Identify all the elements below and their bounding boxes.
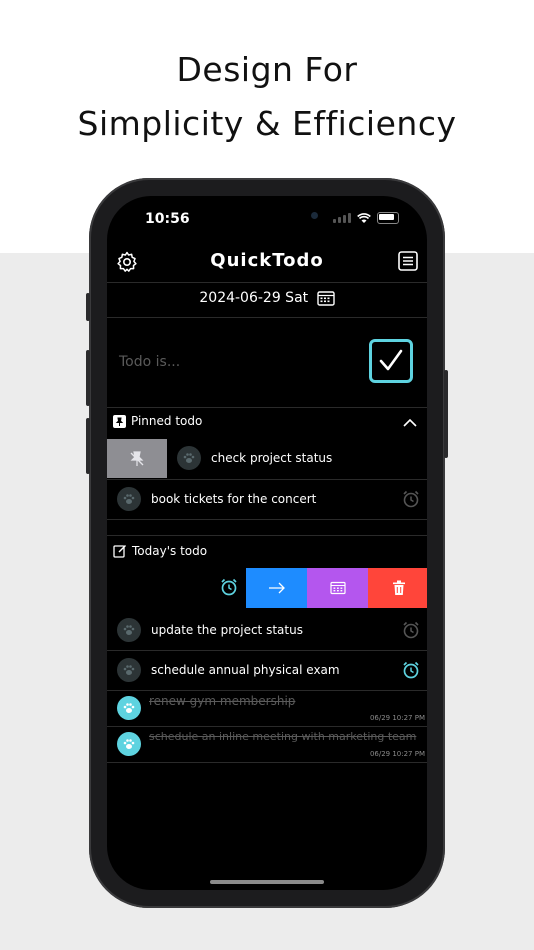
edit-icon xyxy=(113,545,126,558)
todo-text: update the project status xyxy=(151,623,303,637)
today-section-header: Today's todo xyxy=(113,544,207,558)
completed-todo-item[interactable]: schedule an inline meeting with marketin… xyxy=(107,726,427,762)
power-button xyxy=(444,370,448,458)
todo-input[interactable]: Todo is... xyxy=(119,354,180,370)
reschedule-button[interactable] xyxy=(307,568,368,608)
headline-line-2: Simplicity & Efficiency xyxy=(77,104,457,143)
side-button xyxy=(86,293,90,321)
alarm-icon[interactable] xyxy=(401,489,421,509)
status-time: 10:56 xyxy=(145,211,190,227)
paw-icon[interactable] xyxy=(117,732,141,756)
alarm-icon[interactable] xyxy=(401,620,421,640)
calendar-icon[interactable] xyxy=(316,290,335,306)
delete-button[interactable] xyxy=(368,568,427,608)
status-icons xyxy=(333,212,399,224)
check-icon xyxy=(379,349,403,371)
arrow-right-icon xyxy=(268,582,285,594)
camera-icon xyxy=(311,212,318,219)
dynamic-island xyxy=(207,204,329,236)
volume-down-button xyxy=(86,418,90,474)
phone-screen: 10:56 QuickTodo 2024-06-29 Sat Todo is..… xyxy=(107,196,427,890)
pinned-header-label: Pinned todo xyxy=(131,414,203,428)
date-divider xyxy=(107,317,427,318)
battery-icon xyxy=(377,212,399,224)
pin-icon xyxy=(113,414,126,428)
add-todo-button[interactable] xyxy=(369,339,413,383)
todo-text: check project status xyxy=(211,451,333,465)
calendar-icon xyxy=(329,581,346,595)
paw-icon[interactable] xyxy=(117,696,141,720)
header-divider xyxy=(107,282,427,283)
chevron-up-icon[interactable] xyxy=(403,418,417,427)
list-icon[interactable] xyxy=(397,250,419,272)
date-selector[interactable]: 2024-06-29 Sat xyxy=(107,290,427,306)
todo-text: schedule an inline meeting with marketin… xyxy=(149,730,417,743)
todo-text: renew gym membership xyxy=(149,694,296,708)
today-todo-item[interactable]: update the project status xyxy=(107,610,427,650)
home-indicator xyxy=(210,880,324,884)
phone-frame: 10:56 QuickTodo 2024-06-29 Sat Todo is..… xyxy=(86,178,448,908)
pinned-todo-item[interactable]: check project status xyxy=(107,439,427,479)
headline-line-1: Design For xyxy=(176,50,358,89)
paw-icon[interactable] xyxy=(117,618,141,642)
signal-icon xyxy=(333,213,351,223)
paw-icon[interactable] xyxy=(177,446,201,470)
paw-icon[interactable] xyxy=(117,658,141,682)
input-divider xyxy=(107,407,427,408)
todo-text: schedule annual physical exam xyxy=(151,663,340,677)
alarm-icon[interactable] xyxy=(401,660,421,680)
pinned-todo-item[interactable]: book tickets for the concert xyxy=(107,479,427,519)
pinned-section-header: Pinned todo xyxy=(113,414,202,428)
section-divider xyxy=(107,535,427,536)
todo-text: book tickets for the concert xyxy=(151,492,317,506)
current-date: 2024-06-29 Sat xyxy=(199,290,309,306)
wifi-icon xyxy=(357,212,371,223)
completed-time: 06/29 10:27 PM xyxy=(369,750,425,758)
trash-icon xyxy=(392,580,405,595)
app-title: QuickTodo xyxy=(210,250,324,271)
today-todo-item[interactable]: schedule annual physical exam xyxy=(107,650,427,690)
completed-time: 06/29 10:27 PM xyxy=(369,714,425,722)
today-header-label: Today's todo xyxy=(132,544,208,558)
app-header: QuickTodo xyxy=(107,244,427,280)
move-tomorrow-button[interactable] xyxy=(246,568,307,608)
row-divider xyxy=(107,519,427,520)
completed-todo-item[interactable]: renew gym membership 06/29 10:27 PM xyxy=(107,690,427,726)
volume-up-button xyxy=(86,350,90,406)
alarm-icon[interactable] xyxy=(219,577,239,597)
row-divider xyxy=(107,762,427,763)
paw-icon[interactable] xyxy=(117,487,141,511)
